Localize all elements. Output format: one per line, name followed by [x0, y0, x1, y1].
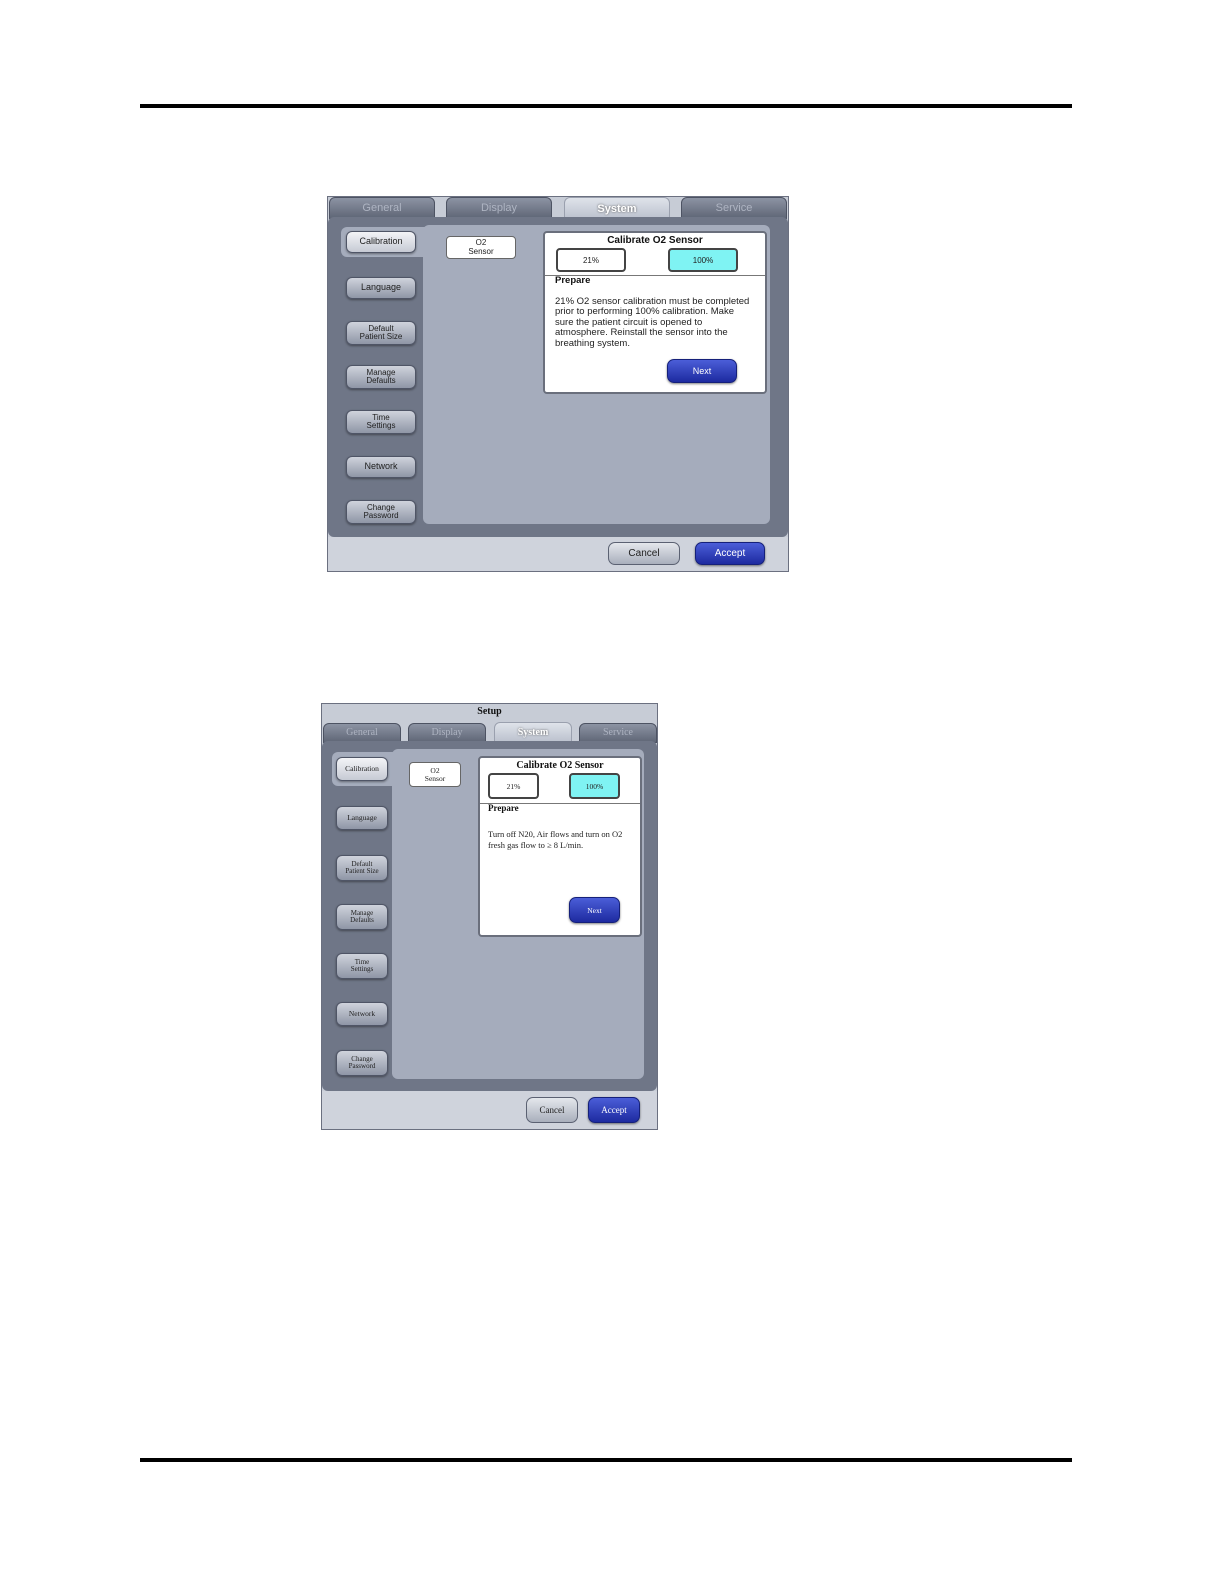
tab-service[interactable]: Service	[579, 723, 657, 743]
tab-general[interactable]: General	[323, 723, 401, 743]
prepare-label: Prepare	[555, 275, 591, 286]
sidebar-item-change-password[interactable]: Change Password	[346, 500, 416, 524]
calibrate-100-button[interactable]: 100%	[668, 248, 738, 272]
sidebar-item-calibration[interactable]: Calibration	[336, 757, 388, 781]
sidebar-item-change-password[interactable]: Change Password	[336, 1050, 388, 1076]
tab-general[interactable]: General	[329, 197, 435, 219]
o2-sensor-button[interactable]: O2 Sensor	[446, 236, 516, 259]
next-button[interactable]: Next	[667, 359, 737, 383]
setup-title: Setup	[477, 706, 502, 717]
calibrate-o2-panel: Calibrate O2 Sensor 21% 100% Prepare 21%…	[543, 231, 767, 394]
prepare-instructions: Turn off N20, Air flows and turn on O2 f…	[488, 829, 623, 851]
cancel-button[interactable]: Cancel	[608, 542, 680, 565]
tab-display[interactable]: Display	[446, 197, 552, 219]
tab-service[interactable]: Service	[681, 197, 787, 219]
accept-button[interactable]: Accept	[588, 1097, 640, 1123]
panel-title: Calibrate O2 Sensor	[516, 760, 604, 771]
header-rule	[140, 104, 1072, 108]
prepare-label: Prepare	[488, 803, 519, 813]
sidebar-item-network[interactable]: Network	[346, 456, 416, 478]
tab-display[interactable]: Display	[408, 723, 486, 743]
sidebar-item-default-patient-size[interactable]: Default Patient Size	[346, 321, 416, 345]
panel-title: Calibrate O2 Sensor	[607, 235, 703, 246]
sidebar-item-time-settings[interactable]: Time Settings	[336, 953, 388, 979]
accept-button[interactable]: Accept	[695, 542, 765, 565]
next-button[interactable]: Next	[569, 897, 620, 923]
setup-screen-1: General Display System Service Calibrati…	[327, 196, 789, 572]
calibrate-o2-panel: Calibrate O2 Sensor 21% 100% Prepare Tur…	[478, 756, 642, 937]
o2-sensor-button[interactable]: O2 Sensor	[409, 762, 461, 787]
setup-screen-2: Setup General Display System Service Cal…	[321, 703, 658, 1130]
sidebar-item-calibration[interactable]: Calibration	[346, 231, 416, 253]
sidebar-item-network[interactable]: Network	[336, 1002, 388, 1026]
sidebar-item-language[interactable]: Language	[336, 806, 388, 830]
calibrate-100-button[interactable]: 100%	[569, 773, 620, 799]
sidebar-item-language[interactable]: Language	[346, 277, 416, 299]
sidebar-item-default-patient-size[interactable]: Default Patient Size	[336, 855, 388, 881]
calibrate-21-button[interactable]: 21%	[556, 248, 626, 272]
sidebar-item-time-settings[interactable]: Time Settings	[346, 410, 416, 434]
footer-rule	[140, 1458, 1072, 1462]
prepare-instructions: 21% O2 sensor calibration must be comple…	[555, 296, 750, 349]
cancel-button[interactable]: Cancel	[526, 1097, 578, 1123]
calibrate-21-button[interactable]: 21%	[488, 773, 539, 799]
sidebar-item-manage-defaults[interactable]: Manage Defaults	[346, 365, 416, 389]
sidebar-item-manage-defaults[interactable]: Manage Defaults	[336, 904, 388, 930]
